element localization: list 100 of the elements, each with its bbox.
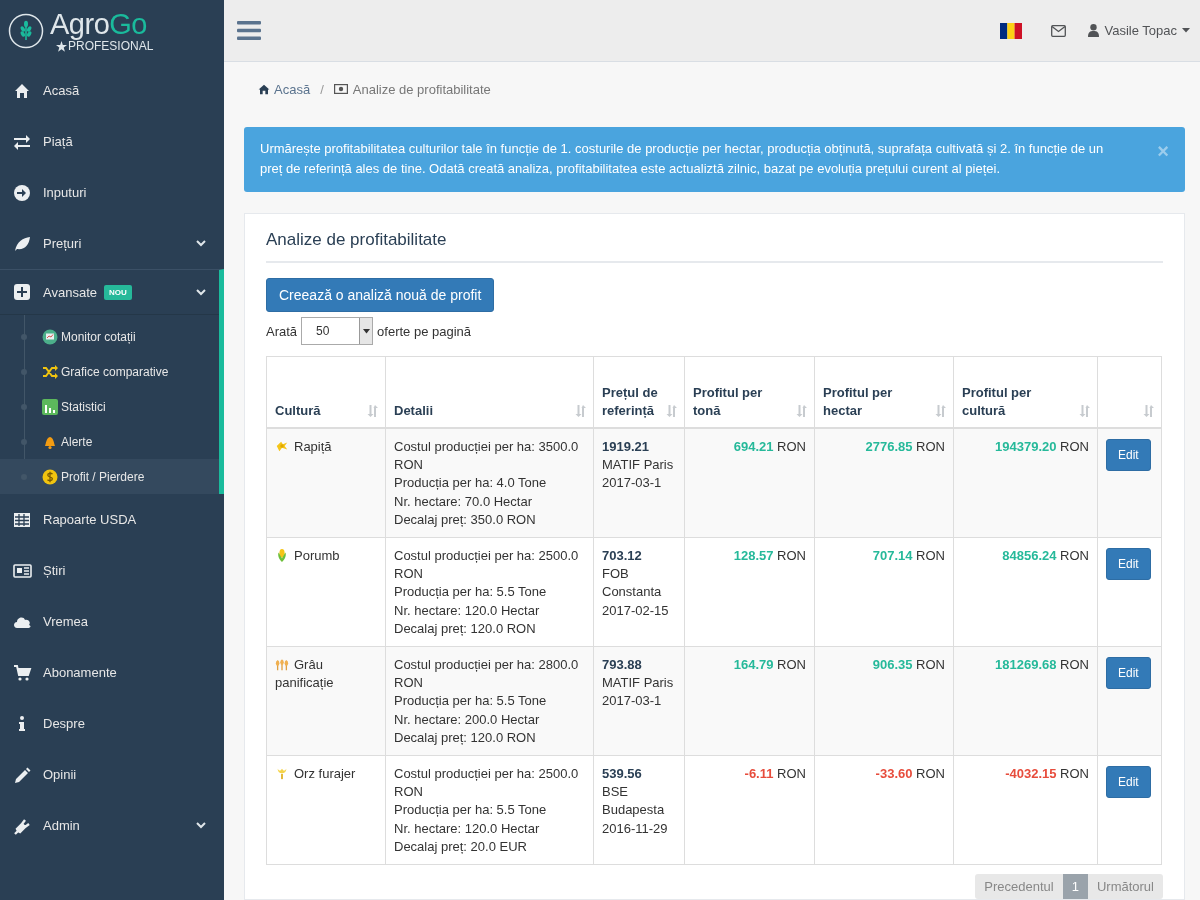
- menu-item[interactable]: Prețuri: [0, 218, 224, 269]
- mail-button[interactable]: [1051, 24, 1067, 37]
- panel-title: Analize de profitabilitate: [266, 227, 1163, 263]
- chevron-down-icon: [196, 240, 206, 247]
- profit-value: -4032.15: [1005, 766, 1057, 782]
- edit-button[interactable]: Edit: [1106, 548, 1151, 581]
- alert-text: Urmărește profitabilitatea culturilor tale în funcție de 1. costurile de producție per hectar, producția obținută, suprafața cultivată și 2. în funcție de un preț de referință ales de tine. Odată creată analiza, profitabilitatea este actualiztă zilnic, bazat pe evoluția prețului curent al pieței.: [260, 140, 1105, 178]
- price-date: 2017-03-1: [602, 692, 663, 711]
- profit-value: -33.60: [875, 766, 913, 782]
- menu-item[interactable]: Admin: [0, 800, 224, 851]
- currency-label: RON: [916, 657, 945, 673]
- corn-icon: [275, 548, 289, 562]
- menu-icon: [237, 21, 261, 40]
- leaf-icon: [12, 234, 32, 253]
- menu-item[interactable]: Abonamente: [0, 647, 224, 698]
- menu-item[interactable]: Avansate NOU: [0, 270, 219, 314]
- detail-line: Decalaj preț: 350.0 RON: [394, 510, 537, 529]
- breadcrumb-current: Analize de profitabilitate: [333, 81, 491, 97]
- reference-price: 793.88: [602, 656, 643, 675]
- market-name: MATIF Paris: [602, 456, 675, 475]
- menu-item[interactable]: Vremea: [0, 596, 224, 647]
- detail-line: Costul producției per ha: 3500.0 RON: [394, 438, 580, 475]
- currency-label: RON: [916, 766, 945, 782]
- detail-line: Costul producției per ha: 2500.0 RON: [394, 547, 580, 584]
- sort-icon: [575, 405, 586, 417]
- sort-icon: [1079, 405, 1090, 417]
- detail-line: Nr. hectare: 120.0 Hectar: [394, 819, 541, 838]
- flag-button[interactable]: [1000, 22, 1023, 39]
- menu-item[interactable]: Rapoarte USDA: [0, 494, 224, 545]
- currency-label: RON: [916, 439, 945, 454]
- detail-line: Producția per ha: 5.5 Tone: [394, 801, 548, 820]
- table-cell: Grâu panificație: [266, 646, 386, 756]
- shuffle-icon: [42, 363, 58, 380]
- profit-value: 906.35: [872, 657, 913, 673]
- detail-line: Nr. hectare: 120.0 Hectar: [394, 601, 541, 620]
- currency-label: RON: [916, 548, 945, 563]
- edit-button[interactable]: Edit: [1106, 439, 1151, 472]
- per-page-label: oferte pe pagină: [377, 323, 472, 339]
- currency-label: RON: [1060, 548, 1089, 563]
- sort-icon: [1143, 405, 1154, 417]
- reference-price: 539.56: [602, 765, 643, 784]
- detail-line: Nr. hectare: 70.0 Hectar: [394, 492, 533, 511]
- menu-button[interactable]: [237, 21, 261, 40]
- price-date: 2016-11-29: [602, 819, 669, 838]
- new-badge: NOU: [103, 284, 132, 300]
- chevron-down-icon: [196, 288, 206, 296]
- currency-label: RON: [1060, 657, 1089, 673]
- menu-item[interactable]: Acasă: [0, 65, 224, 116]
- price-date: 2017-03-1: [602, 474, 663, 493]
- chevron-down-icon: [196, 822, 206, 829]
- menu-item[interactable]: Piață: [0, 116, 224, 167]
- profit-value: 2776.85: [865, 439, 913, 454]
- currency-label: RON: [1060, 439, 1089, 454]
- menu-item[interactable]: Opinii: [0, 749, 224, 800]
- detail-line: Producția per ha: 5.5 Tone: [394, 692, 548, 711]
- wheat-icon: [275, 657, 289, 672]
- market-name: BSE Budapesta: [602, 783, 666, 820]
- exchange-arrows-icon: [12, 132, 32, 151]
- detail-line: Decalaj preț: 120.0 RON: [394, 619, 537, 638]
- detail-line: Nr. hectare: 200.0 Hectar: [394, 710, 541, 729]
- profit-value: -6.11: [744, 766, 774, 782]
- submenu-item[interactable]: Monitor cotații: [0, 319, 219, 354]
- profit-value: 194379.20: [995, 439, 1057, 454]
- submenu-item[interactable]: Grafice comparative: [0, 354, 219, 389]
- detail-line: Producția per ha: 4.0 Tone: [394, 474, 548, 493]
- submenu-item[interactable]: Alerte: [0, 424, 219, 459]
- profit-value: 84856.24: [1002, 548, 1057, 563]
- brand-tagline: PROFESIONAL: [68, 40, 154, 52]
- caret-icon: [1182, 28, 1190, 33]
- submenu-item[interactable]: Statistici: [0, 389, 219, 424]
- sort-icon: [367, 405, 378, 417]
- menu-item[interactable]: Despre: [0, 698, 224, 749]
- market-name: MATIF Paris: [602, 674, 675, 693]
- profit-value: 164.79: [733, 657, 774, 673]
- detail-line: Costul producției per ha: 2800.0 RON: [394, 656, 580, 693]
- sort-icon: [935, 405, 946, 417]
- menu-item[interactable]: Știri: [0, 545, 224, 596]
- star-icon: [56, 40, 67, 52]
- submenu-item[interactable]: Profit / Pierdere: [0, 459, 219, 494]
- menu-item[interactable]: Inputuri: [0, 167, 224, 218]
- breadcrumb-link[interactable]: Acasă: [258, 81, 311, 97]
- monitor-icon: [42, 328, 58, 345]
- wheat-logo-icon: [8, 13, 44, 49]
- page-size-select[interactable]: 50: [301, 317, 374, 345]
- detail-line: Decalaj preț: 120.0 RON: [394, 728, 537, 747]
- currency-label: RON: [777, 548, 806, 563]
- user-menu[interactable]: Vasile Topac: [1088, 23, 1190, 38]
- edit-button[interactable]: Edit: [1106, 657, 1151, 690]
- newspaper-icon: [12, 561, 32, 580]
- market-name: FOB Constanta: [602, 565, 663, 602]
- currency-label: RON: [777, 766, 806, 782]
- table-cell: Rapiță: [266, 428, 386, 538]
- bar-chart-icon: [42, 398, 58, 415]
- reference-price: 1919.21: [602, 438, 650, 456]
- create-analysis-button[interactable]: Creează o analiză nouă de profit: [266, 278, 495, 312]
- currency-label: RON: [777, 439, 806, 454]
- plus-square-icon: [12, 283, 32, 301]
- sort-icon: [666, 405, 677, 417]
- sort-icon: [796, 405, 807, 417]
- edit-button[interactable]: Edit: [1106, 766, 1151, 799]
